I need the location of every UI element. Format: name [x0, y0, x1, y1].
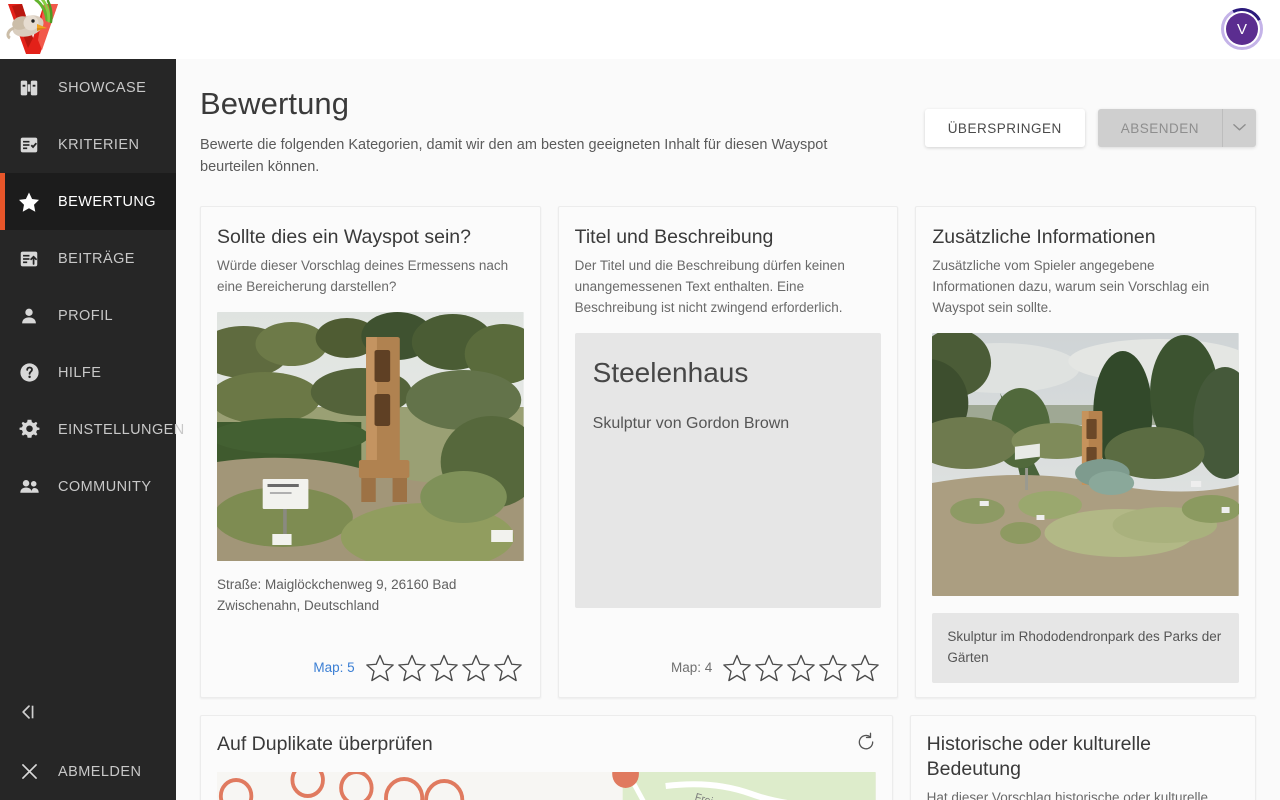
logo-area: [0, 0, 176, 59]
avatar[interactable]: V: [1221, 8, 1263, 50]
page-header-text: Bewertung Bewerte die folgenden Kategori…: [200, 85, 925, 179]
rating-star-2[interactable]: [753, 653, 785, 683]
people-icon: [14, 474, 44, 500]
card-title: Titel und Beschreibung: [575, 225, 882, 250]
rating-star-1[interactable]: [364, 653, 396, 683]
rating-star-4[interactable]: [460, 653, 492, 683]
card-title: Historische oder kulturelle Bedeutung: [927, 732, 1239, 783]
wayfarer-v-logo: [2, 0, 66, 58]
rating-star-4[interactable]: [817, 653, 849, 683]
star-icon: [14, 189, 44, 215]
card-historic-cultural-significance: Historische oder kulturelle Bedeutung Ha…: [910, 715, 1256, 800]
rating-star-2[interactable]: [396, 653, 428, 683]
rating-card-grid: Sollte dies ein Wayspot sein? Würde dies…: [200, 206, 1256, 698]
card-check-duplicates: Auf Duplikate überprüfen: [200, 715, 893, 800]
collapse-left-icon: [18, 703, 40, 726]
binoculars-icon: [14, 75, 44, 101]
rating-star-5[interactable]: [849, 653, 881, 683]
sidebar-item-label: EINSTELLUNGEN: [58, 422, 185, 438]
bottom-card-row: Auf Duplikate überprüfen: [200, 715, 1256, 800]
card-title-and-description: Titel und Beschreibung Der Titel und die…: [558, 206, 899, 698]
card-description: Zusätzliche vom Spieler angegebene Infor…: [932, 256, 1239, 319]
page-header: Bewertung Bewerte die folgenden Kategori…: [200, 85, 1256, 179]
card-title: Sollte dies ein Wayspot sein?: [217, 225, 524, 250]
map-score-link[interactable]: Map: 5: [313, 660, 354, 675]
sidebar-item-bewertung[interactable]: BEWERTUNG: [0, 173, 176, 230]
top-bar: V: [176, 0, 1280, 59]
card-title: Auf Duplikate überprüfen: [217, 733, 433, 756]
waypoint-title-box: Steelenhaus Skulptur von Gordon Brown: [575, 333, 882, 608]
waypoint-title: Steelenhaus: [593, 357, 864, 389]
submit-dropdown-button[interactable]: [1222, 109, 1256, 147]
upload-list-icon: [14, 246, 44, 272]
sidebar-item-label: BEITRÄGE: [58, 251, 135, 267]
sidebar-item-einstellungen[interactable]: EINSTELLUNGEN: [0, 401, 176, 458]
sidebar-item-label: HILFE: [58, 365, 101, 381]
sidebar-item-hilfe[interactable]: HILFE: [0, 344, 176, 401]
waypoint-description: Skulptur von Gordon Brown: [593, 415, 864, 433]
rating-star-3[interactable]: [428, 653, 460, 683]
sidebar-item-label: KRITERIEN: [58, 137, 139, 153]
page-content: Bewertung Bewerte die folgenden Kategori…: [176, 59, 1280, 800]
rating-star-1[interactable]: [721, 653, 753, 683]
submit-button[interactable]: ABSENDEN: [1098, 109, 1222, 147]
skip-button[interactable]: ÜBERSPRINGEN: [925, 109, 1085, 147]
card-body: Steelenhaus Skulptur von Gordon Brown: [575, 333, 882, 631]
submit-button-group: ABSENDEN: [1098, 109, 1256, 147]
duplicates-header: Auf Duplikate überprüfen: [217, 732, 876, 757]
close-icon: [14, 759, 44, 785]
card-title: Zusätzliche Informationen: [932, 225, 1239, 250]
avatar-initial: V: [1226, 13, 1258, 45]
page-actions: ÜBERSPRINGEN ABSENDEN: [925, 85, 1256, 147]
card-description: Der Titel und die Beschreibung dürfen ke…: [575, 256, 882, 319]
gear-icon: [14, 417, 44, 443]
sidebar-item-showcase[interactable]: SHOWCASE: [0, 59, 176, 116]
sidebar-item-kriterien[interactable]: KRITERIEN: [0, 116, 176, 173]
logout-button[interactable]: ABMELDEN: [0, 743, 176, 800]
duplicates-map[interactable]: Freizeitspfad: [217, 772, 876, 800]
logout-label: ABMELDEN: [58, 764, 141, 780]
refresh-icon[interactable]: [856, 732, 876, 757]
card-should-be-wayspot: Sollte dies ein Wayspot sein? Würde dies…: [200, 206, 541, 698]
map-score-label: Map: 4: [671, 660, 712, 675]
sidebar-item-label: BEWERTUNG: [58, 194, 156, 210]
sidebar-item-label: SHOWCASE: [58, 80, 146, 96]
wayspot-rating-row: Map: 5: [217, 653, 524, 683]
wayspot-address: Straße: Maiglöckchenweg 9, 26160 Bad Zwi…: [217, 575, 524, 617]
page-title: Bewertung: [200, 85, 905, 124]
title-rating-row: Map: 4: [575, 653, 882, 683]
rating-star-3[interactable]: [785, 653, 817, 683]
page-subtitle: Bewerte die folgenden Kategorien, damit …: [200, 134, 890, 179]
sidebar-item-label: COMMUNITY: [58, 479, 151, 495]
person-icon: [14, 303, 44, 329]
supporting-text-box: Skulptur im Rhododendronpark des Parks d…: [932, 613, 1239, 683]
card-supporting-information: Zusätzliche Informationen Zusätzliche vo…: [915, 206, 1256, 698]
sidebar-footer: ABMELDEN: [0, 686, 176, 800]
sidebar-item-beitraege[interactable]: BEITRÄGE: [0, 230, 176, 287]
app-root: SHOWCASE KRITERIEN: [0, 0, 1280, 800]
sidebar-item-profil[interactable]: PROFIL: [0, 287, 176, 344]
sidebar-nav: SHOWCASE KRITERIEN: [0, 59, 176, 686]
supporting-photo[interactable]: [932, 333, 1239, 596]
chevron-down-icon: [1233, 119, 1246, 137]
sidebar-item-label: PROFIL: [58, 308, 113, 324]
sidebar: SHOWCASE KRITERIEN: [0, 0, 176, 800]
main-area: V Bewertung Bewerte die folgenden Katego…: [176, 0, 1280, 800]
collapse-sidebar-button[interactable]: [0, 686, 176, 743]
card-description: Hat dieser Vorschlag historische oder ku…: [927, 788, 1239, 800]
sidebar-item-community[interactable]: COMMUNITY: [0, 458, 176, 515]
card-body: Skulptur im Rhododendronpark des Parks d…: [932, 333, 1239, 683]
question-circle-icon: [14, 360, 44, 386]
wayspot-photo[interactable]: [217, 312, 524, 561]
card-description: Würde dieser Vorschlag deines Ermessens …: [217, 256, 524, 298]
checklist-icon: [14, 132, 44, 158]
card-body: Straße: Maiglöckchenweg 9, 26160 Bad Zwi…: [217, 312, 524, 631]
rating-star-5[interactable]: [492, 653, 524, 683]
